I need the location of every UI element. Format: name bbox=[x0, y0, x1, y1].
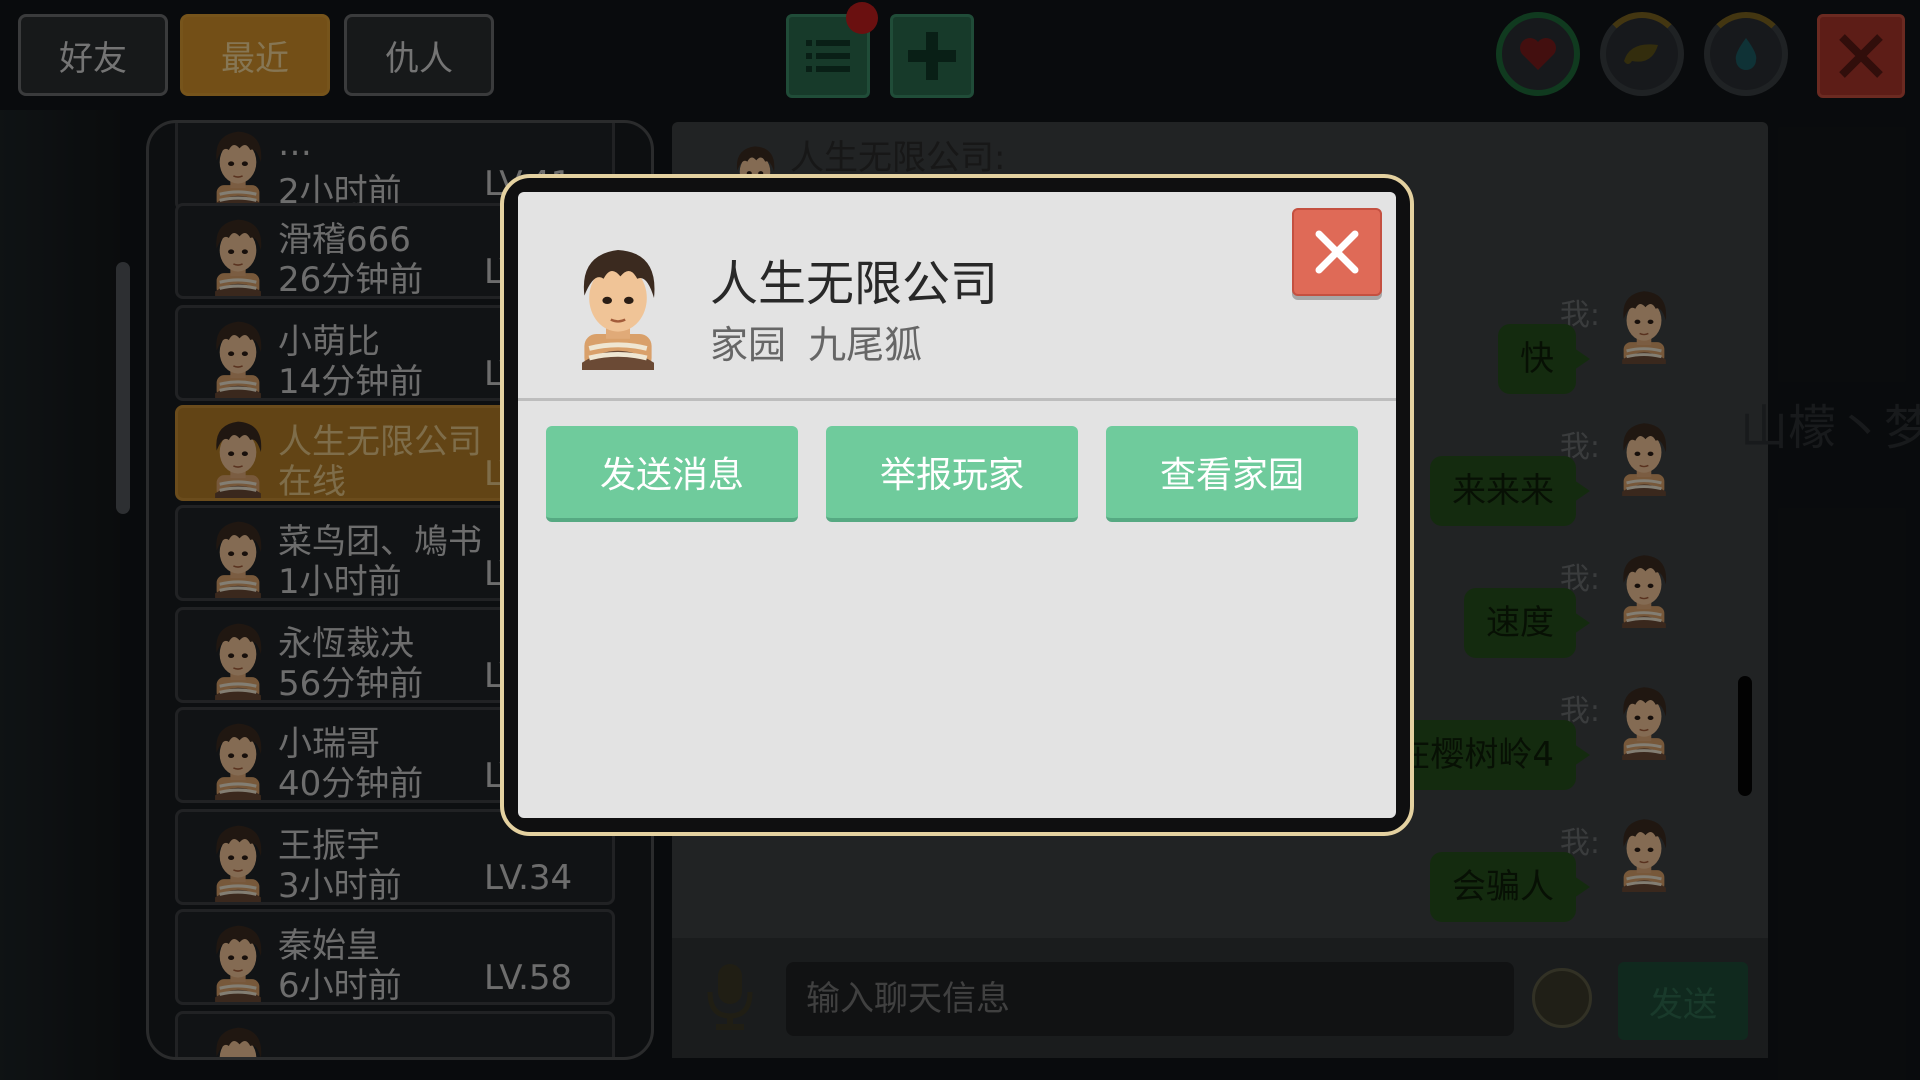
player-avatar bbox=[556, 238, 680, 370]
close-icon bbox=[1315, 230, 1359, 274]
view-home-button[interactable]: 查看家园 bbox=[1106, 426, 1358, 522]
send-message-button[interactable]: 发送消息 bbox=[546, 426, 798, 522]
player-info: 家园 九尾狐 bbox=[710, 323, 923, 367]
player-popup: 人生无限公司 家园 九尾狐 发送消息 举报玩家 查看家园 bbox=[518, 192, 1396, 818]
player-name: 人生无限公司 bbox=[710, 256, 999, 312]
popup-close-button[interactable] bbox=[1292, 208, 1382, 296]
report-player-button[interactable]: 举报玩家 bbox=[826, 426, 1078, 522]
divider bbox=[518, 398, 1396, 401]
